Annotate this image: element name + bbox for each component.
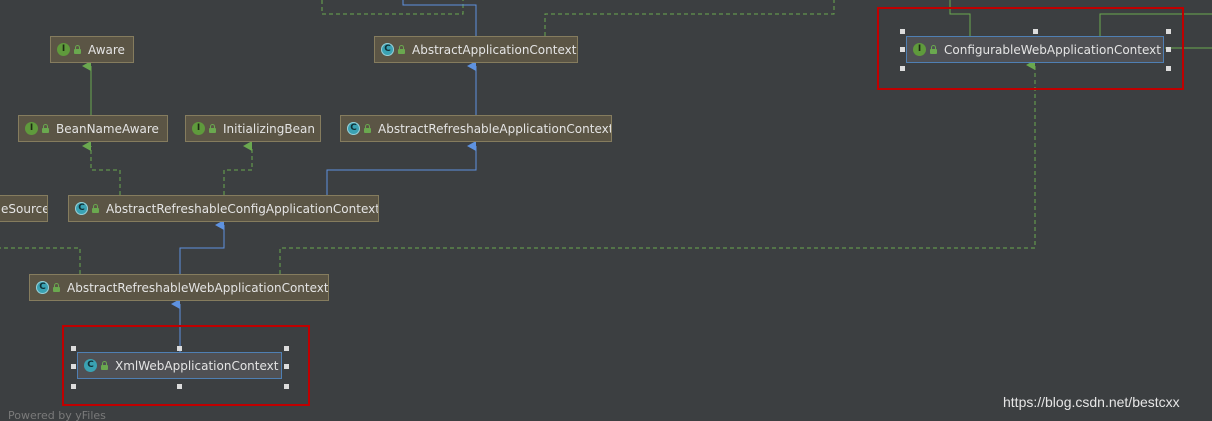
edge-web-config xyxy=(179,220,225,274)
interface-icon: I xyxy=(25,122,38,135)
node-label: BeanNameAware xyxy=(56,121,159,136)
interface-icon: I xyxy=(57,43,70,56)
abstract-class-icon: C xyxy=(36,281,49,294)
node-initializing-bean[interactable]: I InitializingBean xyxy=(185,115,321,142)
node-abstract-refreshable-config-application-context[interactable]: C AbstractRefreshableConfigApplicationCo… xyxy=(68,195,379,222)
edge-top-solid-blue xyxy=(402,0,477,36)
abstract-class-icon: C xyxy=(75,202,88,215)
interface-icon: I xyxy=(192,122,205,135)
abstract-class-icon: C xyxy=(347,122,360,135)
node-label: AbstractRefreshableWebApplicationContext xyxy=(67,280,329,295)
edge-config-initializingbean xyxy=(223,141,253,195)
uml-diagram-canvas[interactable]: I Aware C AbstractApplicationContext I C… xyxy=(0,0,1212,421)
node-bean-name-aware[interactable]: I BeanNameAware xyxy=(18,115,168,142)
node-label: AbstractRefreshableConfigApplicationCont… xyxy=(106,201,379,216)
highlight-box-xml xyxy=(62,325,310,406)
node-label: AbstractApplicationContext xyxy=(412,42,577,57)
node-abstract-refreshable-web-application-context[interactable]: C AbstractRefreshableWebApplicationConte… xyxy=(29,274,329,301)
public-lock-icon xyxy=(42,123,50,133)
edge-top-dashed-left xyxy=(321,0,464,15)
public-lock-icon xyxy=(209,123,217,133)
node-abstract-refreshable-application-context[interactable]: C AbstractRefreshableApplicationContext xyxy=(340,115,612,142)
public-lock-icon xyxy=(364,123,372,133)
node-abstract-application-context[interactable]: C AbstractApplicationContext xyxy=(374,36,578,63)
node-resource-partial[interactable]: eSource xyxy=(0,195,48,222)
node-label: eSource xyxy=(1,201,48,216)
edge-config-beannameaware xyxy=(82,141,121,195)
edge-web-left xyxy=(0,247,81,274)
public-lock-icon xyxy=(53,282,61,292)
public-lock-icon xyxy=(92,203,100,213)
highlight-box-configurable xyxy=(877,7,1184,90)
blog-watermark: https://blog.csdn.net/bestcxx xyxy=(1003,394,1180,410)
yfiles-credit: Powered by yFiles xyxy=(8,409,106,421)
abstract-class-icon: C xyxy=(381,43,394,56)
public-lock-icon xyxy=(74,44,82,54)
public-lock-icon xyxy=(398,44,406,54)
node-label: Aware xyxy=(88,42,125,57)
edge-config-refreshable xyxy=(326,141,477,195)
node-label: AbstractRefreshableApplicationContext xyxy=(378,121,612,136)
node-label: InitializingBean xyxy=(223,121,315,136)
node-aware[interactable]: I Aware xyxy=(50,36,134,63)
edge-top-dashed-right xyxy=(544,0,835,36)
